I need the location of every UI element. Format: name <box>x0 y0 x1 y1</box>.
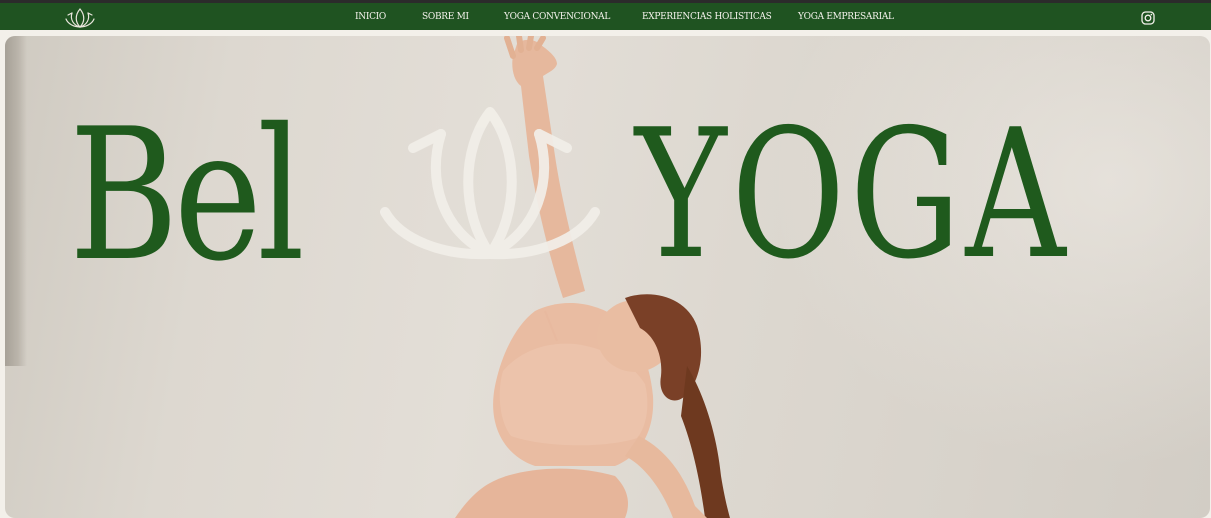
nav-link-yoga-convencional[interactable]: YOGA CONVENCIONAL <box>504 12 610 22</box>
hero-title-yoga: YOGA <box>635 91 1071 298</box>
nav-link-experiencias-holisticas[interactable]: EXPERIENCIAS HOLISTICAS <box>642 12 772 22</box>
lotus-icon <box>380 107 600 260</box>
nav-link-inicio[interactable]: INICIO <box>355 12 386 22</box>
instagram-icon[interactable] <box>1141 11 1155 25</box>
wall-edge <box>5 36 27 366</box>
nav-link-yoga-empresarial[interactable]: YOGA EMPRESARIAL <box>798 12 894 22</box>
top-navigation-bar: INICIO SOBRE MI YOGA CONVENCIONAL EXPERI… <box>0 0 1211 32</box>
hero-title-bel: Bel <box>69 89 305 301</box>
nav-link-sobre-mi[interactable]: SOBRE MI <box>422 12 469 22</box>
hero-banner: Bel YOGA <box>5 36 1210 518</box>
main-nav: INICIO SOBRE MI YOGA CONVENCIONAL EXPERI… <box>0 3 1211 33</box>
